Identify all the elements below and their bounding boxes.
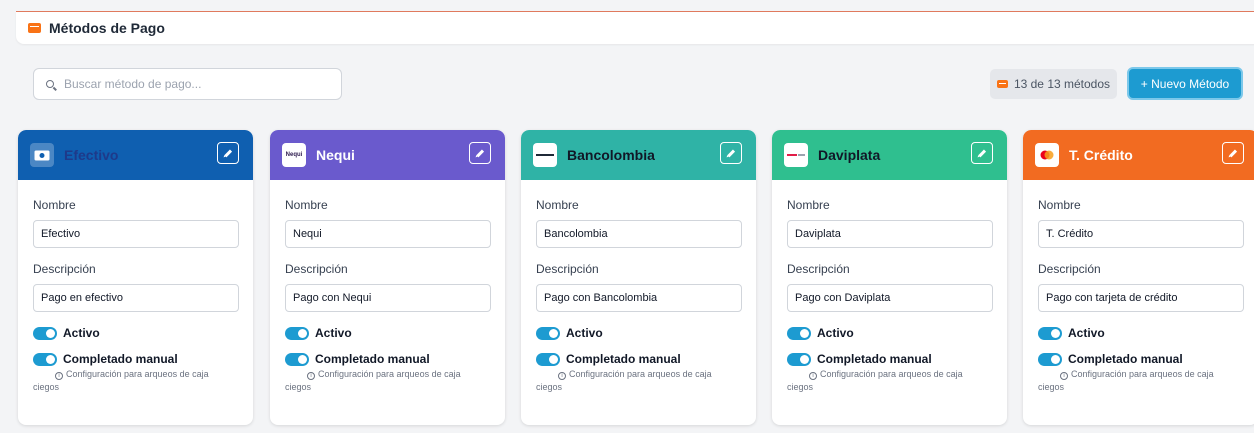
pencil-icon [1229,149,1237,157]
name-field[interactable]: Nequi [285,220,491,248]
card-title: Daviplata [818,147,881,163]
active-toggle[interactable] [1038,326,1062,340]
name-label: Nombre [787,198,830,212]
edit-button[interactable] [469,142,491,164]
manual-label: Completado manual [817,352,932,366]
active-label: Activo [817,326,854,340]
search-input[interactable] [64,77,314,91]
manual-label: Completado manual [63,352,178,366]
help-text: i Configuración para arqueos de caja cieg… [787,368,991,394]
card-header: Daviplata [772,130,1007,180]
name-field[interactable]: T. Crédito [1038,220,1244,248]
description-label: Descripción [787,262,850,276]
pencil-icon [224,149,232,157]
method-card-efectivo: Efectivo Nombre Efectivo Descripción Pag… [18,130,253,425]
manual-toggle[interactable] [33,352,57,366]
help-text: i Configuración para arqueos de caja cieg… [285,368,489,394]
cash-icon [30,143,54,167]
manual-toggle[interactable] [285,352,309,366]
info-icon: i [307,372,315,380]
card-title: Nequi [316,147,355,163]
edit-button[interactable] [971,142,993,164]
method-card-credito: T. Crédito Nombre T. Crédito Descripción… [1023,130,1254,425]
name-label: Nombre [33,198,76,212]
methods-counter-text: 13 de 13 métodos [1013,77,1111,91]
new-method-button[interactable]: + Nuevo Método [1127,67,1243,100]
card-header: Efectivo [18,130,253,180]
active-toggle[interactable] [285,326,309,340]
active-toggle[interactable] [536,326,560,340]
method-card-nequi: Nequi Nequi Nombre Nequi Descripción Pag… [270,130,505,425]
nequi-logo-text: Nequi [285,152,303,158]
bancolombia-logo [533,143,557,167]
nequi-logo: Nequi [282,143,306,167]
name-label: Nombre [536,198,579,212]
manual-toggle[interactable] [536,352,560,366]
active-toggle[interactable] [33,326,57,340]
info-icon: i [55,372,63,380]
wallet-icon [28,23,41,33]
description-field[interactable]: Pago con Bancolombia [536,284,742,312]
card-title: Bancolombia [567,147,655,163]
pencil-icon [727,149,735,157]
credit-card-icon [1035,143,1059,167]
card-title: T. Crédito [1069,147,1133,163]
pencil-icon [978,149,986,157]
description-field[interactable]: Pago con Nequi [285,284,491,312]
card-header: Bancolombia [521,130,756,180]
card-header: T. Crédito [1023,130,1254,180]
manual-toggle[interactable] [787,352,811,366]
name-field[interactable]: Bancolombia [536,220,742,248]
manual-label: Completado manual [566,352,681,366]
manual-label: Completado manual [315,352,430,366]
description-label: Descripción [536,262,599,276]
method-card-daviplata: Daviplata Nombre Daviplata Descripción P… [772,130,1007,425]
description-label: Descripción [1038,262,1101,276]
description-field[interactable]: Pago en efectivo [33,284,239,312]
pencil-icon [476,149,484,157]
active-label: Activo [566,326,603,340]
name-label: Nombre [285,198,328,212]
help-text: i Configuración para arqueos de caja cieg… [1038,368,1242,394]
edit-button[interactable] [720,142,742,164]
edit-button[interactable] [1222,142,1244,164]
page-title: Métodos de Pago [49,20,165,36]
info-icon: i [1060,372,1068,380]
name-label: Nombre [1038,198,1081,212]
help-text: i Configuración para arqueos de caja cieg… [33,368,237,394]
name-field[interactable]: Efectivo [33,220,239,248]
manual-label: Completado manual [1068,352,1183,366]
description-field[interactable]: Pago con tarjeta de crédito [1038,284,1244,312]
method-card-bancolombia: Bancolombia Nombre Bancolombia Descripci… [521,130,756,425]
active-label: Activo [63,326,100,340]
active-label: Activo [315,326,352,340]
search-icon [46,80,54,88]
search-box[interactable] [33,68,342,100]
manual-toggle[interactable] [1038,352,1062,366]
methods-counter: 13 de 13 métodos [990,69,1117,99]
card-title: Efectivo [64,147,119,163]
description-field[interactable]: Pago con Daviplata [787,284,993,312]
edit-button[interactable] [217,142,239,164]
active-toggle[interactable] [787,326,811,340]
card-header: Nequi Nequi [270,130,505,180]
help-text: i Configuración para arqueos de caja cieg… [536,368,740,394]
wallet-icon [996,80,1008,88]
description-label: Descripción [33,262,96,276]
description-label: Descripción [285,262,348,276]
name-field[interactable]: Daviplata [787,220,993,248]
info-icon: i [558,372,566,380]
info-icon: i [809,372,817,380]
page-header: Métodos de Pago [16,12,1254,44]
daviplata-logo [784,143,808,167]
active-label: Activo [1068,326,1105,340]
